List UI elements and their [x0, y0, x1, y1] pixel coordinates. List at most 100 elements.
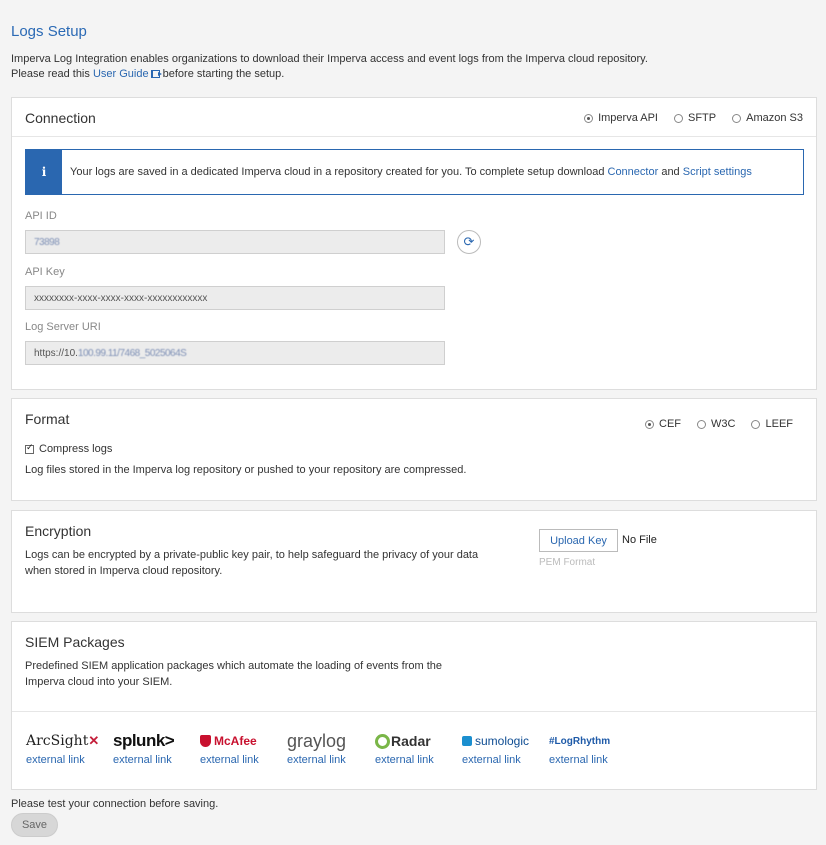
graylog-external-link[interactable]: external link	[287, 754, 367, 766]
mcafee-shield-icon	[200, 735, 211, 747]
connection-title: Connection	[25, 110, 96, 126]
sumologic-logo: sumologic	[462, 730, 542, 752]
encryption-description-line-1: Logs can be encrypted by a private-publi…	[25, 549, 479, 561]
log-server-field[interactable]: https://10. 100.99.11/7468_5025064S	[25, 341, 445, 365]
sumologic-external-link[interactable]: external link	[462, 754, 542, 766]
upload-key-button[interactable]: Upload Key	[539, 529, 618, 552]
radio-w3c-label: W3C	[711, 418, 736, 430]
log-server-prefix: https://10.	[34, 347, 78, 359]
splunk-external-link[interactable]: external link	[113, 754, 193, 766]
qradar-logo-text: Radar	[391, 733, 431, 749]
info-icon: i	[26, 150, 62, 194]
radio-w3c[interactable]: W3C	[697, 418, 735, 430]
radio-imperva-api[interactable]: Imperva API	[584, 112, 658, 124]
siem-divider	[12, 711, 816, 712]
radio-leef[interactable]: LEEF	[751, 418, 793, 430]
encryption-panel: Encryption Logs can be encrypted by a pr…	[11, 510, 817, 613]
siem-description: Predefined SIEM application packages whi…	[25, 658, 442, 690]
intro-line-2: Please read this User Guide before start…	[11, 67, 648, 82]
logrhythm-external-link[interactable]: external link	[549, 754, 629, 766]
user-guide-link[interactable]: User Guide	[92, 68, 162, 80]
format-description: Log files stored in the Imperva log repo…	[25, 464, 467, 476]
sumologic-icon	[462, 736, 472, 746]
siem-package-logrhythm: #LogRhythm external link	[549, 730, 629, 767]
external-link-icon	[150, 70, 162, 78]
sumologic-logo-text: sumologic	[475, 734, 530, 748]
encryption-title: Encryption	[25, 523, 92, 539]
encryption-description: Logs can be encrypted by a private-publi…	[25, 547, 478, 579]
splunk-logo: splunk>	[113, 730, 193, 752]
api-key-label: API Key	[25, 266, 65, 278]
arcsight-external-link[interactable]: external link	[26, 754, 106, 766]
qradar-external-link[interactable]: external link	[375, 754, 455, 766]
api-key-field[interactable]: xxxxxxxx-xxxx-xxxx-xxxx-xxxxxxxxxxxx	[25, 286, 445, 310]
pem-format-hint: PEM Format	[539, 557, 596, 568]
siem-package-qradar: Radar external link	[375, 730, 455, 766]
splunk-logo-text: splunk>	[113, 731, 175, 750]
intro-line-2-pre: Please read this	[11, 68, 93, 80]
graylog-logo: graylog	[287, 730, 367, 752]
logrhythm-logo-text: #LogRhythm	[549, 735, 611, 747]
log-server-label: Log Server URI	[25, 321, 101, 333]
file-status: No File	[622, 534, 657, 546]
radio-leef-label: LEEF	[765, 418, 793, 430]
connection-divider	[12, 136, 816, 137]
siem-package-mcafee: McAfee external link	[200, 730, 280, 766]
log-server-blurred: 100.99.11/7468_5025064S	[77, 347, 187, 359]
siem-package-sumologic: sumologic external link	[462, 730, 542, 766]
compress-logs-checkbox[interactable]: Compress logs	[25, 442, 113, 455]
intro-text: Imperva Log Integration enables organiza…	[11, 52, 648, 82]
radio-dot-icon	[674, 113, 683, 123]
radio-sftp[interactable]: SFTP	[674, 112, 716, 124]
info-text-and: and	[658, 166, 683, 178]
radio-amazon-s3[interactable]: Amazon S3	[732, 112, 803, 124]
format-option-group: CEF W3C LEEF	[645, 418, 793, 430]
arcsight-logo-text: ArcSight	[26, 733, 89, 749]
radio-cef-label: CEF	[659, 418, 682, 430]
intro-line-1: Imperva Log Integration enables organiza…	[11, 53, 648, 65]
radio-dot-icon	[645, 419, 655, 429]
mcafee-external-link[interactable]: external link	[200, 754, 280, 766]
mcafee-logo: McAfee	[200, 730, 280, 752]
qradar-q-icon	[375, 733, 390, 749]
siem-package-splunk: splunk> external link	[113, 730, 193, 766]
siem-package-arcsight: ArcSight ✕ external link	[26, 730, 106, 766]
refresh-button[interactable]: ⟳	[457, 230, 481, 254]
radio-imperva-api-label: Imperva API	[598, 112, 658, 124]
connection-panel: Connection Imperva API SFTP Amazon S3 i …	[11, 97, 817, 390]
api-key-value: xxxxxxxx-xxxx-xxxx-xxxx-xxxxxxxxxxxx	[34, 292, 208, 304]
format-title: Format	[25, 411, 70, 427]
footer-note: Please test your connection before savin…	[11, 798, 219, 810]
user-guide-label: User Guide	[92, 68, 149, 80]
radio-amazon-s3-label: Amazon S3	[746, 112, 803, 124]
radio-dot-icon	[584, 113, 594, 123]
api-id-label: API ID	[25, 210, 57, 222]
refresh-icon: ⟳	[463, 234, 475, 249]
arcsight-logo: ArcSight ✕	[26, 730, 106, 752]
page-title: Logs Setup	[11, 23, 87, 40]
logrhythm-logo: #LogRhythm	[549, 730, 629, 752]
siem-description-line-1: Predefined SIEM application packages whi…	[25, 660, 443, 672]
arcsight-mark-icon: ✕	[88, 733, 100, 748]
api-id-value: 73898	[34, 236, 60, 248]
radio-dot-icon	[732, 113, 742, 123]
info-alert: i Your logs are saved in a dedicated Imp…	[25, 149, 804, 195]
siem-package-graylog: graylog external link	[287, 730, 367, 767]
radio-dot-icon	[697, 419, 707, 429]
compress-logs-label: Compress logs	[39, 443, 113, 455]
script-settings-link[interactable]: Script settings	[683, 166, 752, 178]
save-button[interactable]: Save	[11, 813, 58, 837]
mcafee-logo-text: McAfee	[214, 734, 257, 748]
checkbox-check-icon	[25, 442, 34, 454]
siem-description-line-2: Imperva cloud into your SIEM.	[25, 676, 173, 688]
radio-sftp-label: SFTP	[688, 112, 717, 124]
connection-method-group: Imperva API SFTP Amazon S3	[584, 112, 803, 124]
radio-cef[interactable]: CEF	[645, 418, 681, 430]
info-message: Your logs are saved in a dedicated Imper…	[62, 166, 752, 178]
info-text: Your logs are saved in a dedicated Imper…	[70, 166, 608, 178]
siem-panel: SIEM Packages Predefined SIEM applicatio…	[11, 621, 817, 790]
connector-link[interactable]: Connector	[608, 166, 659, 178]
encryption-description-line-2: when stored in Imperva cloud repository.	[25, 565, 223, 577]
api-id-field[interactable]: 73898	[25, 230, 445, 254]
siem-title: SIEM Packages	[25, 634, 125, 650]
